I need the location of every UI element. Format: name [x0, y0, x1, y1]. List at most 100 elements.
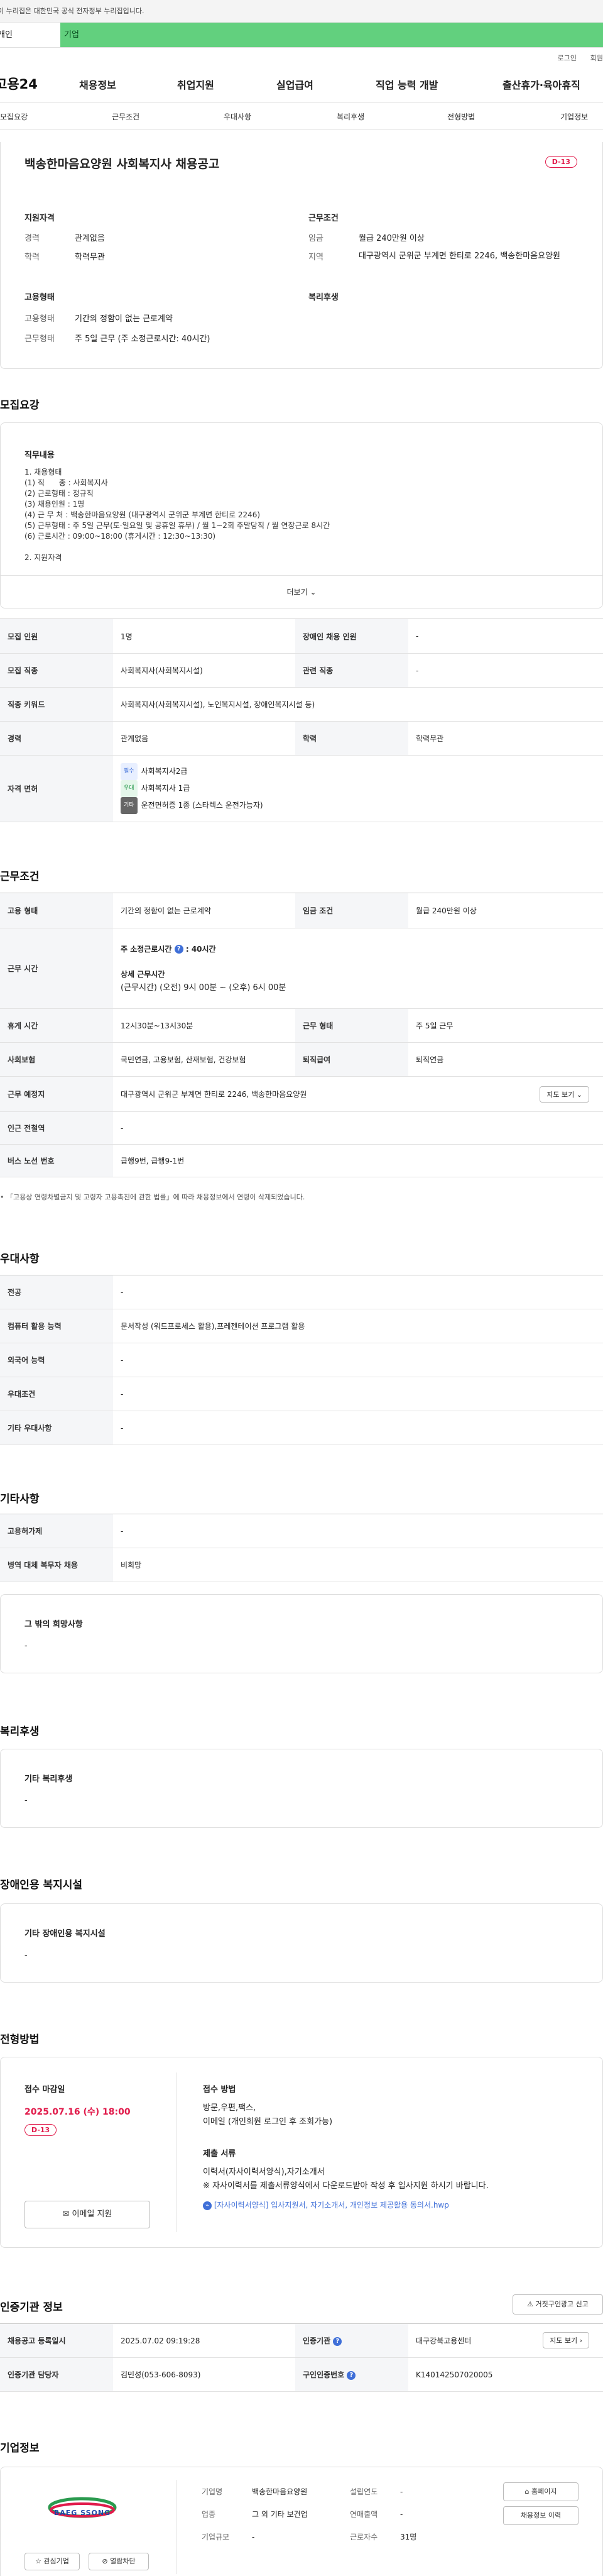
rel-label: 관련 직종 [295, 653, 408, 688]
gov-banner: 이 누리집은 대한민국 공식 전자정부 누리집입니다. [0, 0, 603, 23]
subway-label: 인근 전철역 [0, 1111, 113, 1145]
wage-label: 임금 조건 [295, 893, 408, 928]
cond-value: - [113, 1377, 603, 1411]
etc-label: 기타 우대사항 [0, 1411, 113, 1445]
menu-training[interactable]: 직업 능력 개발 [376, 77, 438, 92]
snb-welfare[interactable]: 복리후생 [337, 111, 364, 122]
snb-pref[interactable]: 우대사항 [224, 111, 251, 122]
homepage-button[interactable]: ⌂ 홈페이지 [503, 2482, 579, 2501]
military-value: 비희망 [113, 1548, 603, 1582]
duty-line: (6) 근로시간 : 09:00~18:00 (휴게시간 : 12:30~13:… [24, 532, 216, 541]
hours-value: 주 소정근로시간 ? : 40시간 상세 근무시간 (근무시간) (오전) 9시… [113, 928, 603, 1009]
other-section-title: 기타사항 [0, 1493, 40, 1505]
snb-company[interactable]: 기업정보 [560, 111, 588, 122]
company-name: 기업명 백송한마음요양원 [202, 2487, 308, 2496]
menu-maternity[interactable]: 출산휴가·육아휴직 [503, 77, 580, 92]
org-label: 인증기관 ? [295, 2323, 408, 2358]
duty-line: (5) 근무형태 : 주 5일 근무(토·일요일 및 공휴일 휴무) / 월 1… [24, 521, 330, 530]
major-label: 전공 [0, 1275, 113, 1309]
block-button[interactable]: ⊘ 열람차단 [89, 2553, 149, 2570]
bus-value: 급행9번, 급행9-1번 [113, 1144, 603, 1177]
break-value: 12시30분~13시30분 [113, 1008, 295, 1043]
top-links: 로그인 회원 [0, 48, 603, 65]
company-card: BAEG SSONG ☆ 관심기업 ⊘ 열람차단 기업명 백송한마음요양원 설립연… [0, 2467, 603, 2576]
menu-employment-support[interactable]: 취업지원 [177, 77, 214, 92]
wish-value: - [24, 1641, 28, 1651]
other-table: 고용허가제 - 병역 대체 복무자 채용 비희망 [0, 1514, 603, 1582]
site-logo[interactable]: 고용24 [0, 74, 38, 93]
company-size: 기업규모 - [202, 2533, 255, 2541]
more-button[interactable]: 더보기 ⌄ [1, 575, 602, 608]
summary-location: 지역 대구광역시 군위군 부계면 한티로 2246, 백송한마음요양원 [308, 251, 560, 262]
emp-heading: 고용형태 [24, 293, 55, 302]
home-icon: ⌂ [524, 2487, 530, 2496]
edu-label: 학력 [295, 721, 408, 756]
insurance-label: 사회보험 [0, 1042, 113, 1077]
cert-map-button[interactable]: 지도 보기 › [543, 2332, 589, 2348]
summary-career: 경력 관계없음 [24, 234, 105, 243]
wish-heading: 그 밖의 희망사항 [24, 1620, 83, 1629]
link-icon: ⌁ [203, 2201, 212, 2210]
pref-table: 전공 - 컴퓨터 활용 능력 문서작성 (워드프로세스 활용),프레젠테이션 프로그… [0, 1275, 603, 1445]
menu-jobs[interactable]: 채용정보 [79, 77, 116, 92]
dday-badge: D-13 [545, 156, 577, 168]
cond-label: 우대조건 [0, 1377, 113, 1411]
docs-file-link[interactable]: ⌁ [자사이력서양식] 입사지원서, 자기소개서, 개인정보 제공활용 동의서.… [203, 2199, 449, 2210]
chevron-right-icon: › [579, 2337, 582, 2345]
wish-card: 그 밖의 희망사항 - [0, 1594, 603, 1673]
duty-line: (3) 채용인원 : 1명 [24, 500, 85, 509]
deadline-value: 2025.07.16 (수) 18:00 [24, 2107, 131, 2117]
license-item: 필수 사회복지사2급 [121, 763, 595, 780]
place-value: 대구광역시 군위군 부계면 한티로 2246, 백송한마음요양원 지도 보기 ⌄ [113, 1076, 603, 1112]
report-button[interactable]: ⚠ 거짓구인광고 신고 [513, 2294, 603, 2315]
cert-table: 채용공고 등록일시 2025.07.02 09:19:28 인증기관 ? 대구강… [0, 2323, 603, 2392]
chevron-down-icon: ⌄ [310, 588, 317, 597]
permit-label: 고용허가제 [0, 1514, 113, 1548]
facility-section-title: 장애인용 복지시설 [0, 1879, 83, 1891]
duty-line: (2) 근로형태 : 정규직 [24, 489, 94, 498]
snb-recruit[interactable]: 모집요강 [0, 111, 28, 122]
star-icon: ☆ [35, 2557, 41, 2565]
deadline-heading: 접수 마감일 [24, 2085, 65, 2094]
certno-value: K140142507020005 [408, 2357, 603, 2392]
info-icon[interactable]: ? [347, 2370, 356, 2380]
tab-corp[interactable]: 기업 [60, 23, 603, 47]
welfare-box-value: - [24, 1796, 28, 1805]
reg-value: 2025.07.02 09:19:28 [113, 2323, 295, 2358]
menu-unemployment[interactable]: 실업급여 [276, 77, 313, 92]
facility-card: 기타 장애인용 복지시설 - [0, 1903, 603, 1983]
wform-label: 근무 형태 [295, 1008, 408, 1043]
tab-person[interactable]: 개인 [0, 23, 60, 47]
career-label: 경력 [0, 721, 113, 756]
license-list: 필수 사회복지사2급 우대 사회복지사 1급 기타 운전면허증 1종 (스타렉스 운전… [113, 755, 603, 822]
map-button[interactable]: 지도 보기 ⌄ [540, 1086, 589, 1103]
snb-work[interactable]: 근무조건 [112, 111, 139, 122]
info-icon[interactable]: ? [333, 2337, 342, 2346]
etype-label: 고용 형태 [0, 893, 113, 928]
section-nav: 모집요강 근무조건 우대사항 복리후생 전형방법 기업정보 [0, 103, 603, 129]
welfare-heading: 복리후생 [308, 293, 339, 302]
lang-value: - [113, 1343, 603, 1377]
count-value: 1명 [113, 619, 295, 654]
welfare-card: 기타 복리후생 - [0, 1749, 603, 1828]
duty-line: (4) 근 무 처 : 백송한마음요양원 (대구광역시 군위군 부계면 한티로 … [24, 510, 261, 519]
duty-line: (1) 직 종 : 사회복지사 [24, 478, 108, 487]
job-history-button[interactable]: 채용정보 이력 [503, 2506, 579, 2525]
company-staff: 근로자수 31명 [350, 2533, 417, 2541]
place-label: 근무 예정지 [0, 1076, 113, 1112]
recruit-table: 모집 인원 1명 장애인 채용 인원 - 모집 직종 사회복지사(사회복지시설)… [0, 619, 603, 822]
subway-value: - [113, 1111, 603, 1145]
info-icon[interactable]: ? [174, 945, 183, 954]
disabled-value: - [408, 619, 603, 654]
join-link[interactable]: 회원 [590, 53, 603, 63]
login-link[interactable]: 로그인 [558, 53, 577, 63]
favorite-button[interactable]: ☆ 관심기업 [24, 2553, 80, 2570]
etype-value: 기간의 정함이 없는 근로계약 [113, 893, 295, 928]
wage-value: 월급 240만원 이상 [408, 893, 603, 928]
company-sales: 연매출액 - [350, 2510, 403, 2519]
email-apply-button[interactable]: ✉ 이메일 지원 [24, 2201, 150, 2228]
retirement-label: 퇴직급여 [295, 1042, 408, 1077]
work-table: 고용 형태 기간의 정함이 없는 근로계약 임금 조건 월급 240만원 이상 … [0, 893, 603, 1177]
company-industry: 업종 그 외 기타 보건업 [202, 2510, 308, 2519]
snb-selection[interactable]: 전형방법 [447, 111, 475, 122]
